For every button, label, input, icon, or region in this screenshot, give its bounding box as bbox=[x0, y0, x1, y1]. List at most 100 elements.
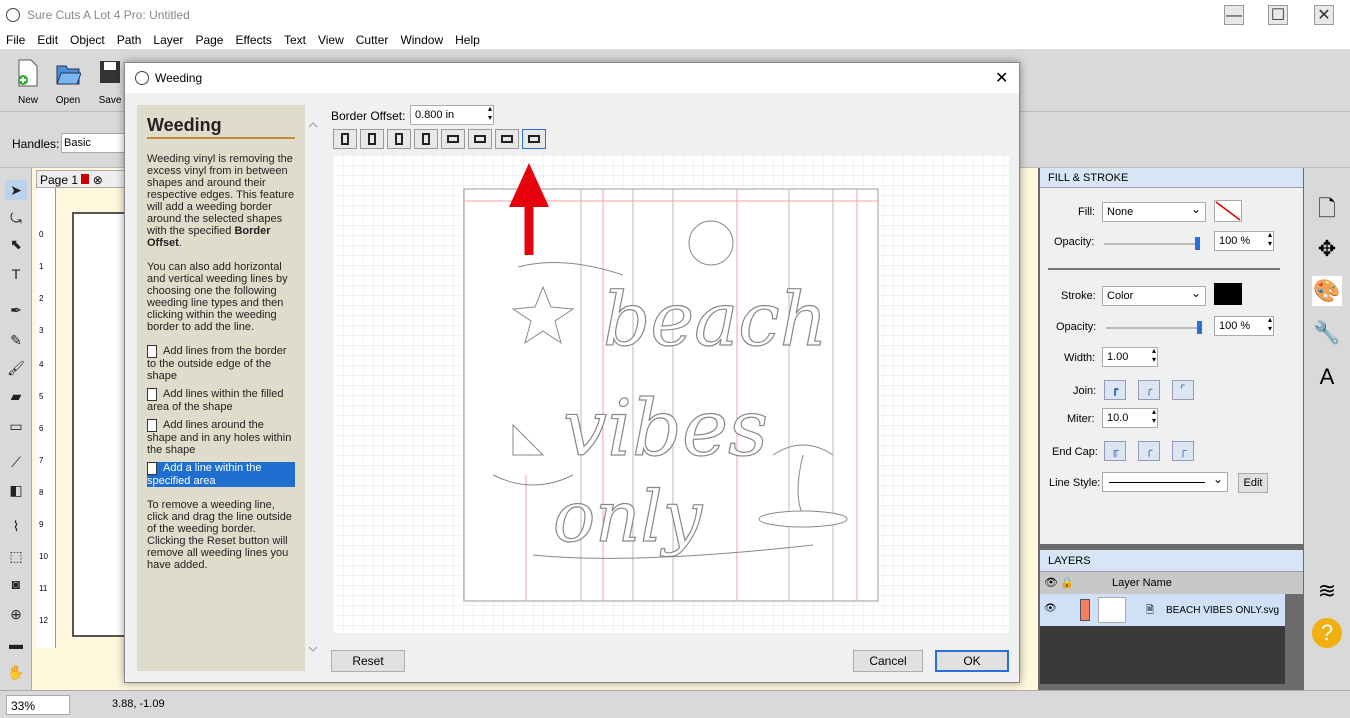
new-button[interactable]: New bbox=[8, 58, 48, 106]
miter-join-icon[interactable]: ┏ bbox=[1104, 380, 1126, 400]
minimize-button[interactable]: — bbox=[1224, 5, 1244, 25]
status-bar: 33% 3.88, -1.09 bbox=[0, 690, 1350, 718]
open-button[interactable]: Open bbox=[48, 58, 88, 106]
menu-file[interactable]: File bbox=[0, 30, 31, 47]
border-offset-label: Border Offset: bbox=[331, 109, 406, 123]
square-cap-icon[interactable]: ┌ bbox=[1172, 441, 1194, 461]
handles-select[interactable]: Basic bbox=[61, 133, 131, 153]
page-tab[interactable]: Page 1 ⊗ bbox=[36, 170, 126, 188]
pen-tool-icon[interactable]: ✒ bbox=[5, 300, 27, 320]
around-shape-vertical-button[interactable] bbox=[387, 129, 411, 149]
horizontal-line-icon bbox=[501, 135, 513, 143]
eyedropper-tool-icon[interactable]: ⟋ bbox=[5, 452, 27, 472]
menu-view[interactable]: View bbox=[312, 30, 350, 47]
menu-cutter[interactable]: Cutter bbox=[350, 30, 395, 47]
dialog-close-button[interactable]: ✕ bbox=[995, 68, 1008, 88]
cancel-button[interactable]: Cancel bbox=[853, 650, 923, 672]
contour-tool-icon[interactable]: ◙ bbox=[5, 574, 27, 594]
round-join-icon[interactable]: ╭ bbox=[1138, 380, 1160, 400]
subselect-tool-icon[interactable]: ⬉ bbox=[5, 234, 27, 254]
layers-panel-icon[interactable]: ≋ bbox=[1312, 576, 1342, 606]
area-horizontal-button[interactable] bbox=[522, 129, 546, 149]
border-offset-input[interactable]: 0.800 in bbox=[410, 104, 494, 125]
zoom-select[interactable]: 33% bbox=[6, 695, 70, 715]
fill-select[interactable]: None bbox=[1102, 202, 1206, 222]
fill-opacity-slider[interactable] bbox=[1104, 237, 1200, 250]
area-line-icon bbox=[147, 462, 157, 475]
ruler-tick: 2 bbox=[39, 294, 44, 303]
area-vertical-button[interactable] bbox=[414, 129, 438, 149]
layer-visible-icon[interactable]: 👁 bbox=[1044, 603, 1057, 614]
select-tool-icon[interactable]: ➤ bbox=[5, 180, 27, 200]
palette-panel-icon[interactable]: 🎨 bbox=[1312, 276, 1342, 306]
node-edit-tool-icon[interactable]: ⤿ bbox=[5, 208, 27, 228]
within-fill-vertical-button[interactable] bbox=[360, 129, 384, 149]
document-panel-icon[interactable]: 🗋 bbox=[1312, 194, 1342, 224]
measure-tool-icon[interactable]: ▬ bbox=[5, 634, 27, 654]
transform-tool-icon[interactable]: ⬚ bbox=[5, 546, 27, 566]
maximize-button[interactable]: ☐ bbox=[1268, 5, 1288, 25]
miter-input[interactable]: 10.0 bbox=[1102, 407, 1158, 428]
round-cap-icon[interactable]: ╭ bbox=[1138, 441, 1160, 461]
wrench-panel-icon[interactable]: 🔧 bbox=[1312, 318, 1342, 348]
close-window-button[interactable]: ✕ bbox=[1314, 5, 1334, 25]
border-to-edge-horizontal-button[interactable] bbox=[441, 129, 465, 149]
font-panel-icon[interactable]: A bbox=[1312, 362, 1342, 392]
brush-tool-icon[interactable]: 🖌 bbox=[5, 358, 27, 378]
help-option-area: Add a line within the specified area bbox=[147, 462, 295, 487]
stroke-opacity-input[interactable]: 100 % bbox=[1214, 315, 1274, 336]
around-shape-horizontal-button[interactable] bbox=[495, 129, 519, 149]
fill-stroke-header[interactable]: FILL & STROKE bbox=[1040, 168, 1303, 188]
menu-text[interactable]: Text bbox=[278, 30, 312, 47]
slider-thumb[interactable] bbox=[1197, 321, 1202, 334]
gradient-tool-icon[interactable]: ◧ bbox=[5, 480, 27, 500]
stroke-select[interactable]: Color bbox=[1102, 286, 1206, 306]
shape-tool-icon[interactable]: ▭ bbox=[5, 416, 27, 436]
stroke-color-swatch[interactable] bbox=[1214, 283, 1242, 305]
eraser-tool-icon[interactable]: ▰ bbox=[5, 386, 27, 406]
zoom-tool-icon[interactable]: ⊕ bbox=[5, 604, 27, 624]
line-style-select[interactable] bbox=[1102, 472, 1228, 492]
move-panel-icon[interactable]: ✥ bbox=[1312, 234, 1342, 264]
pencil-tool-icon[interactable]: ✎ bbox=[5, 330, 27, 350]
width-input[interactable]: 1.00 bbox=[1102, 346, 1158, 367]
help-icon[interactable]: ? bbox=[1312, 618, 1342, 648]
menu-help[interactable]: Help bbox=[449, 30, 486, 47]
within-fill-horizontal-button[interactable] bbox=[468, 129, 492, 149]
menu-window[interactable]: Window bbox=[394, 30, 449, 47]
document-page[interactable] bbox=[72, 212, 132, 637]
width-label: Width: bbox=[1064, 352, 1096, 364]
layer-row[interactable]: 👁 🗎 BEACH VIBES ONLY.svg bbox=[1040, 594, 1285, 626]
menu-layer[interactable]: Layer bbox=[147, 30, 189, 47]
dialog-title-bar: Weeding ✕ bbox=[125, 63, 1019, 93]
page-color-icon bbox=[81, 174, 90, 184]
close-page-icon[interactable]: ⊗ bbox=[93, 173, 103, 187]
menu-edit[interactable]: Edit bbox=[31, 30, 64, 47]
text-tool-icon[interactable]: T bbox=[5, 264, 27, 284]
bevel-join-icon[interactable]: ⌜ bbox=[1172, 380, 1194, 400]
layers-header[interactable]: LAYERS bbox=[1040, 550, 1303, 572]
menu-object[interactable]: Object bbox=[64, 30, 111, 47]
weeding-preview[interactable]: beach vibes only bbox=[333, 155, 1009, 633]
menu-effects[interactable]: Effects bbox=[229, 30, 277, 47]
hand-tool-icon[interactable]: ✋ bbox=[5, 662, 27, 682]
no-fill-swatch-icon[interactable] bbox=[1214, 200, 1242, 222]
butt-cap-icon[interactable]: ╓ bbox=[1104, 441, 1126, 461]
stroke-opacity-slider[interactable] bbox=[1106, 321, 1202, 334]
reset-button[interactable]: Reset bbox=[331, 650, 405, 672]
edit-line-style-button[interactable]: Edit bbox=[1238, 473, 1268, 493]
help-intro: Weeding vinyl is removing the excess vin… bbox=[147, 153, 295, 249]
menu-path[interactable]: Path bbox=[111, 30, 148, 47]
fill-opacity-input[interactable]: 100 % bbox=[1214, 230, 1274, 251]
slider-thumb[interactable] bbox=[1195, 237, 1200, 250]
border-to-edge-vertical-button[interactable] bbox=[333, 129, 357, 149]
side-panel-tabs: 🗋 ✥ 🎨 🔧 A ≋ ? bbox=[1304, 168, 1350, 690]
help-panel: Weeding Weeding vinyl is removing the ex… bbox=[137, 105, 305, 671]
dialog-title: Weeding bbox=[155, 71, 203, 85]
knife-tool-icon[interactable]: ⌇ bbox=[5, 516, 27, 536]
menu-page[interactable]: Page bbox=[189, 30, 229, 47]
ok-button[interactable]: OK bbox=[935, 650, 1009, 672]
layer-color-swatch[interactable] bbox=[1080, 599, 1090, 621]
open-folder-icon bbox=[56, 65, 82, 85]
help-scrollbar[interactable] bbox=[305, 105, 321, 671]
